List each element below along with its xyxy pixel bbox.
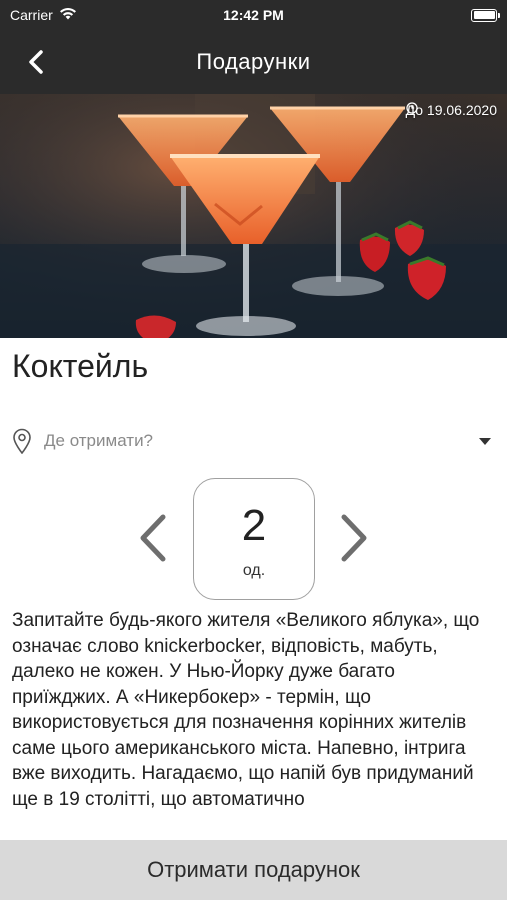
carrier-label: Carrier	[10, 7, 53, 23]
quantity-unit: од.	[242, 562, 266, 579]
nav-bar: Подарунки	[0, 30, 507, 94]
location-pin-icon	[13, 428, 31, 454]
battery-icon	[471, 8, 500, 22]
product-image: До 19.06.2020	[0, 94, 507, 338]
clock-icon	[405, 102, 418, 114]
chevron-right-icon	[341, 514, 367, 562]
location-select[interactable]: Де отримати?	[12, 424, 495, 458]
chevron-left-icon	[140, 514, 166, 562]
status-bar: Carrier 12:42 PM	[0, 0, 507, 30]
quantity-value: 2	[241, 501, 267, 550]
wifi-icon	[59, 7, 77, 23]
dropdown-caret-icon	[479, 437, 491, 445]
product-title: Коктейль	[12, 348, 149, 384]
page-title: Подарунки	[196, 49, 311, 74]
validity-date: До 19.06.2020	[406, 102, 497, 118]
status-left: Carrier	[10, 7, 77, 23]
location-placeholder: Де отримати?	[44, 431, 154, 450]
decrease-button[interactable]	[133, 508, 173, 568]
increase-button[interactable]	[334, 508, 374, 568]
product-description: Запитайте будь-якого жителя «Великого яб…	[12, 610, 480, 810]
back-chevron-icon	[29, 50, 43, 74]
quantity-stepper: 2 од.	[0, 478, 507, 602]
quantity-display: 2 од.	[193, 478, 315, 600]
back-button[interactable]	[18, 44, 54, 80]
get-gift-button[interactable]: Отримати подарунок	[0, 840, 507, 900]
validity-label: До 19.06.2020	[405, 102, 497, 118]
